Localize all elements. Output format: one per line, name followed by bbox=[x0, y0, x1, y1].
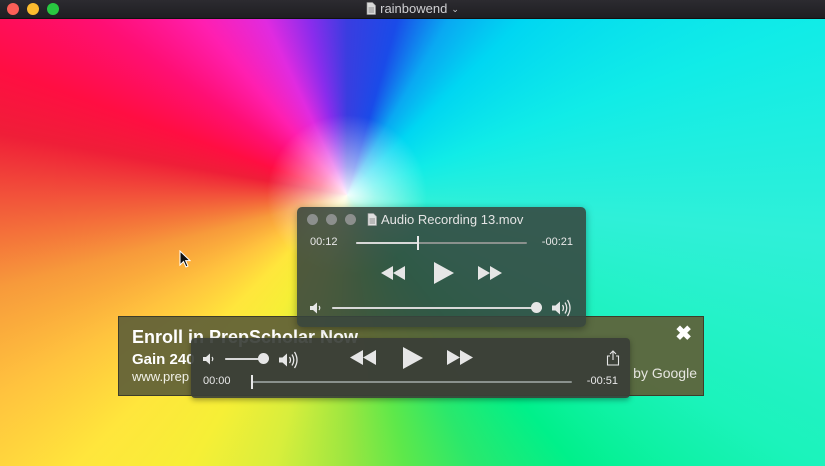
window-title: rainbowend bbox=[380, 1, 448, 16]
panel-zoom-button[interactable] bbox=[345, 214, 356, 225]
audio-progress-fill bbox=[356, 242, 418, 244]
fast-forward-icon[interactable] bbox=[478, 266, 502, 280]
panel-close-button[interactable] bbox=[307, 214, 318, 225]
panel-minimize-button[interactable] bbox=[326, 214, 337, 225]
timeline-scrubber[interactable] bbox=[251, 375, 572, 389]
volume-high-icon[interactable] bbox=[551, 299, 573, 317]
audio-recording-panel[interactable]: Audio Recording 13.mov 00:12 -00:21 bbox=[297, 207, 586, 327]
audio-volume-knob[interactable] bbox=[531, 302, 542, 313]
audio-volume-slider[interactable] bbox=[332, 302, 542, 313]
file-icon bbox=[366, 2, 376, 15]
volume-high-icon[interactable] bbox=[278, 351, 300, 369]
mouse-cursor-icon bbox=[179, 250, 191, 268]
rewind-icon[interactable] bbox=[350, 350, 376, 365]
audio-panel-title: Audio Recording 13.mov bbox=[367, 212, 523, 227]
playhead[interactable] bbox=[251, 375, 253, 389]
audio-playhead[interactable] bbox=[417, 236, 419, 250]
close-x-icon[interactable]: ✖ bbox=[675, 324, 692, 344]
rewind-icon[interactable] bbox=[381, 266, 405, 280]
audio-elapsed-time: 00:12 bbox=[310, 236, 338, 248]
fast-forward-icon[interactable] bbox=[447, 350, 473, 365]
play-icon[interactable] bbox=[402, 347, 424, 369]
audio-file-name: Audio Recording 13.mov bbox=[381, 212, 524, 227]
audio-volume-fill bbox=[332, 307, 542, 309]
ad-description: Gain 240 bbox=[132, 351, 195, 368]
volume-slider[interactable] bbox=[225, 353, 269, 364]
remaining-time: -00:51 bbox=[586, 375, 618, 387]
volume-low-icon[interactable] bbox=[202, 352, 216, 366]
volume-low-icon[interactable] bbox=[309, 301, 323, 315]
audio-scrubber[interactable] bbox=[356, 236, 527, 250]
ad-attribution: by Google bbox=[633, 365, 697, 381]
ad-url[interactable]: www.prep bbox=[132, 369, 189, 384]
audio-remaining-time: -00:21 bbox=[541, 236, 573, 248]
title-bar[interactable]: rainbowend ⌄ bbox=[0, 0, 825, 19]
window-title-area[interactable]: rainbowend ⌄ bbox=[0, 1, 825, 17]
video-controller[interactable]: 00:00 -00:51 bbox=[191, 338, 630, 398]
play-icon[interactable] bbox=[433, 262, 455, 284]
quicktime-window: rainbowend ⌄ Enroll in PrepScholar Now Ga… bbox=[0, 0, 825, 466]
chevron-down-icon[interactable]: ⌄ bbox=[451, 1, 459, 17]
elapsed-time: 00:00 bbox=[203, 375, 231, 387]
volume-knob[interactable] bbox=[258, 353, 269, 364]
file-icon bbox=[367, 213, 377, 226]
share-icon[interactable] bbox=[606, 350, 620, 366]
